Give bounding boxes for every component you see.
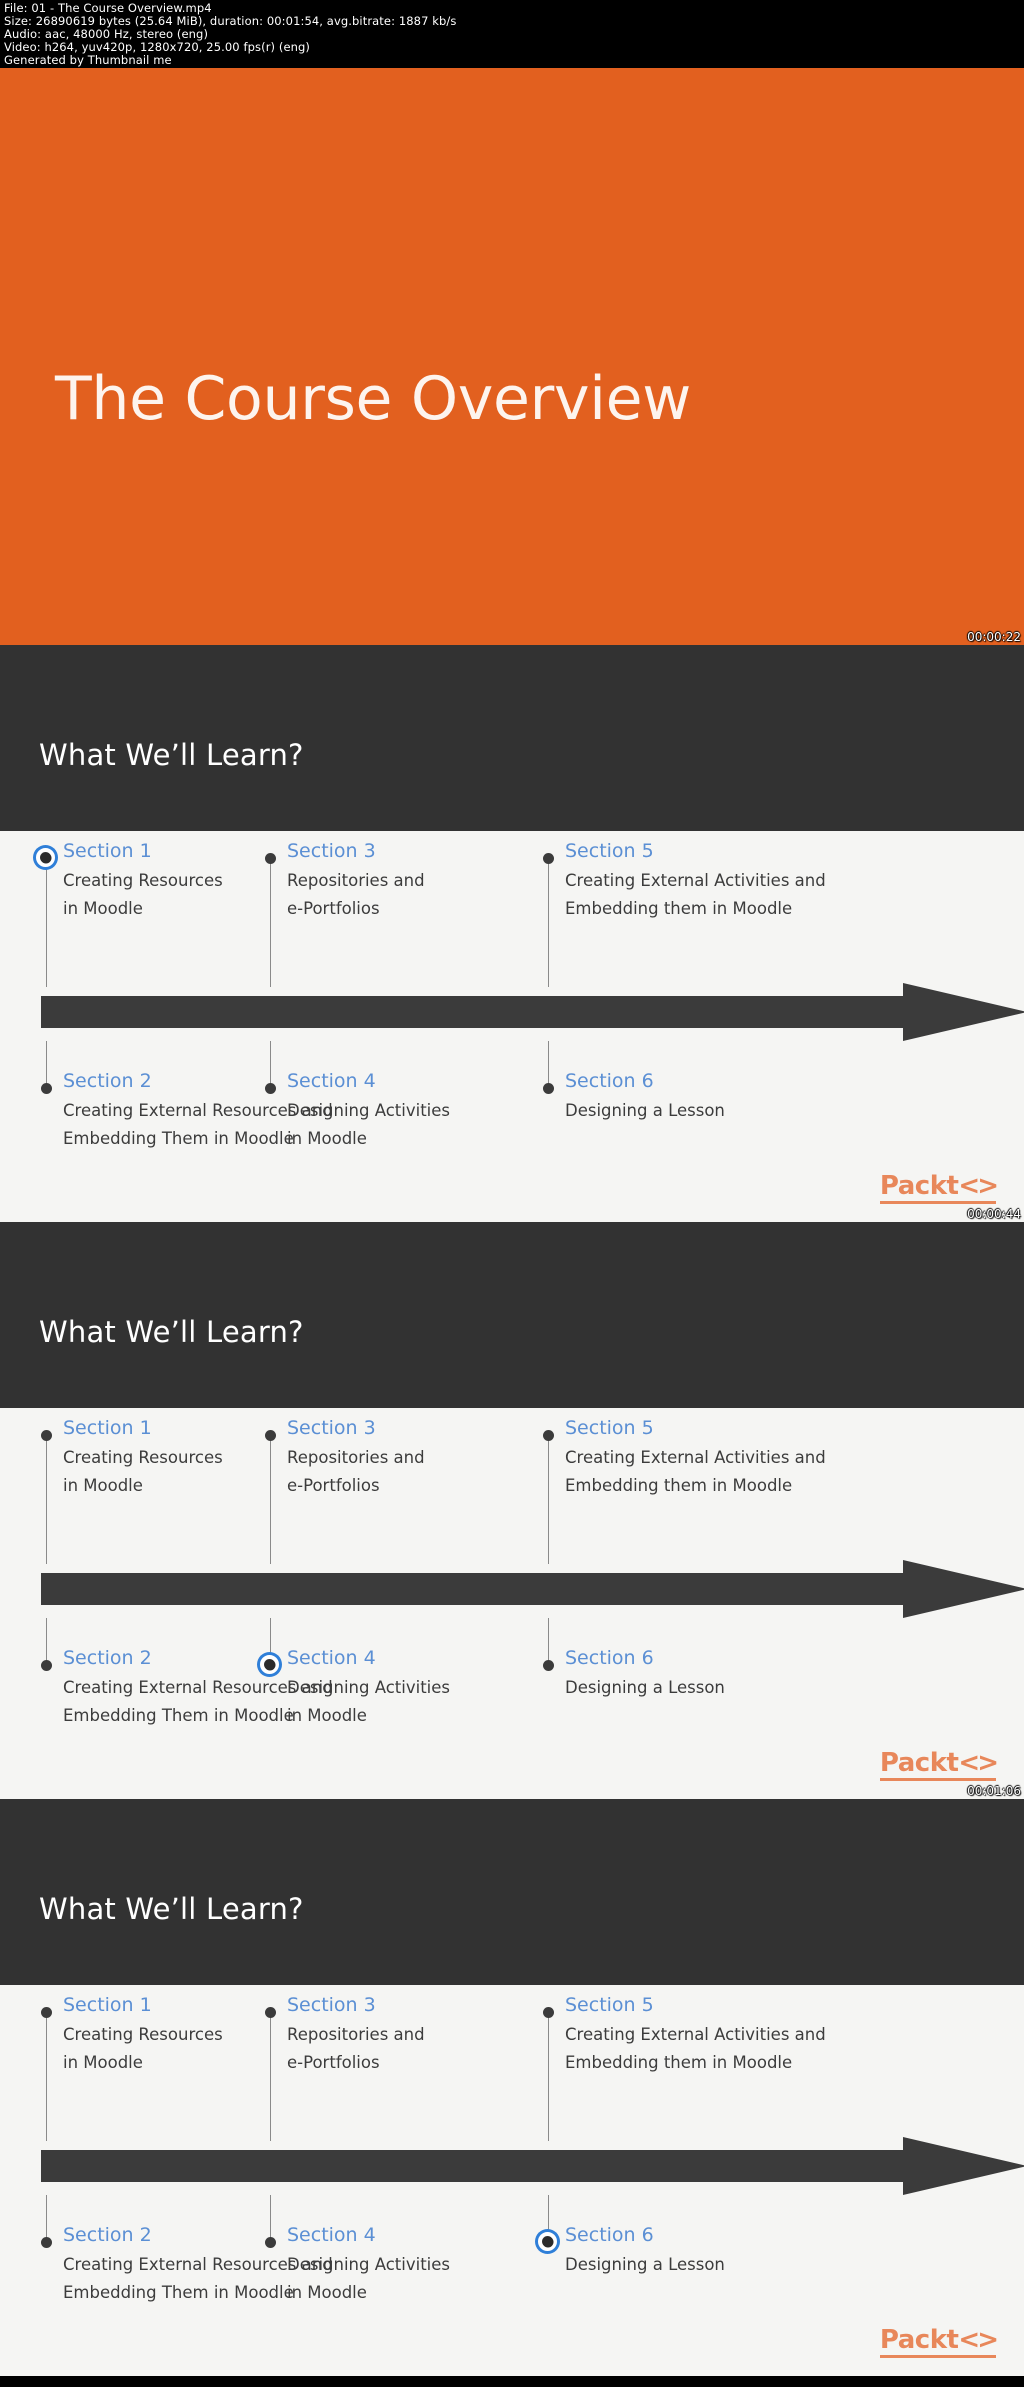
section-title-3: Section 3 [287, 840, 376, 862]
thumbnail-4[interactable]: What We’ll Learn? Section 1 Creating Resou… [0, 1799, 1024, 2376]
timestamp-overlay: 00:00:22 [967, 630, 1021, 644]
section-marker-5[interactable] [543, 2007, 554, 2018]
section-marker-6[interactable] [543, 1083, 554, 1094]
section-title-6: Section 6 [565, 2224, 654, 2246]
section-title-4: Section 4 [287, 1070, 376, 1092]
section-marker-5[interactable] [543, 1430, 554, 1441]
packt-logo: Packt<> [879, 1171, 999, 1204]
connector-line [46, 863, 47, 987]
connector-line [270, 2017, 271, 2141]
section-title-3: Section 3 [287, 1417, 376, 1439]
timestamp-overlay: 00:01:06 [967, 1784, 1021, 1798]
section-title-1: Section 1 [63, 1417, 152, 1439]
section-description-4: Designing Activities in Moodle [287, 1678, 451, 1725]
connector-line [548, 1041, 549, 1085]
section-title-3: Section 3 [287, 1994, 376, 2016]
connector-line [46, 2195, 47, 2239]
section-description-4: Designing Activities in Moodle [287, 2255, 451, 2302]
section-marker-2[interactable] [41, 2237, 52, 2248]
packt-logo: Packt<> [879, 1748, 999, 1781]
section-description-6: Designing a Lesson [565, 1678, 725, 1697]
connector-line [46, 2017, 47, 2141]
timeline-arrow-icon [41, 2137, 1024, 2195]
timeline-area: Section 1 Creating Resources in Moodle Sec… [0, 1985, 1024, 2376]
section-title-6: Section 6 [565, 1647, 654, 1669]
packt-logo: Packt<> [879, 2325, 999, 2358]
section-marker-3[interactable] [265, 2007, 276, 2018]
timeline-arrow-icon [41, 1560, 1024, 1618]
section-marker-1[interactable] [41, 1430, 52, 1441]
section-marker-1-active[interactable] [36, 848, 55, 867]
section-description-1: Creating Resources in Moodle [63, 871, 223, 918]
section-description-3: Repositories and e-Portfolios [287, 871, 425, 918]
section-title-4: Section 4 [287, 1647, 376, 1669]
thumbnail-1[interactable]: The Course Overview 00:00:22 [0, 68, 1024, 645]
section-marker-5[interactable] [543, 853, 554, 864]
section-description-6: Designing a Lesson [565, 2255, 725, 2274]
connector-line [46, 1440, 47, 1564]
section-marker-1[interactable] [41, 2007, 52, 2018]
section-title-1: Section 1 [63, 840, 152, 862]
section-title-5: Section 5 [565, 840, 654, 862]
connector-line [548, 1440, 549, 1564]
timeline-area: Section 1 Creating Resources in Moodle Sec… [0, 831, 1024, 1222]
meta-generator-line: Generated by Thumbnail me [4, 53, 172, 67]
section-title-2: Section 2 [63, 1070, 152, 1092]
section-title-2: Section 2 [63, 2224, 152, 2246]
section-description-3: Repositories and e-Portfolios [287, 1448, 425, 1495]
section-description-4: Designing Activities in Moodle [287, 1101, 451, 1148]
section-description-5: Creating External Activities and Embeddi… [565, 1448, 826, 1495]
connector-line [548, 1618, 549, 1662]
section-marker-2[interactable] [41, 1083, 52, 1094]
section-marker-4-active[interactable] [260, 1655, 279, 1674]
connector-line [270, 863, 271, 987]
section-description-5: Creating External Activities and Embeddi… [565, 871, 826, 918]
thumbnail-3[interactable]: What We’ll Learn? Section 1 Creating Resou… [0, 1222, 1024, 1799]
connector-line [548, 2017, 549, 2141]
connector-line [46, 1618, 47, 1662]
connector-line [46, 1041, 47, 1085]
connector-line [270, 1440, 271, 1564]
section-marker-6-active[interactable] [538, 2232, 557, 2251]
section-title-2: Section 2 [63, 1647, 152, 1669]
section-title-1: Section 1 [63, 1994, 152, 2016]
section-marker-4[interactable] [265, 1083, 276, 1094]
packt-chevron-icon: <> [958, 2325, 999, 2355]
packt-chevron-icon: <> [958, 1171, 999, 1201]
section-title-4: Section 4 [287, 2224, 376, 2246]
section-description-1: Creating Resources in Moodle [63, 1448, 223, 1495]
slide-title: The Course Overview [55, 364, 691, 434]
connector-line [270, 2195, 271, 2239]
thumbnail-grid: The Course Overview 00:00:22 What We’ll Le… [0, 68, 1024, 2376]
thumbnail-2[interactable]: What We’ll Learn? Section 1 Creating Resou… [0, 645, 1024, 1222]
packt-chevron-icon: <> [958, 1748, 999, 1778]
section-marker-3[interactable] [265, 853, 276, 864]
section-marker-3[interactable] [265, 1430, 276, 1441]
section-description-3: Repositories and e-Portfolios [287, 2025, 425, 2072]
timestamp-overlay: 00:00:44 [967, 1207, 1021, 1221]
section-title-5: Section 5 [565, 1994, 654, 2016]
timeline-area: Section 1 Creating Resources in Moodle Sec… [0, 1408, 1024, 1799]
section-description-6: Designing a Lesson [565, 1101, 725, 1120]
section-title-6: Section 6 [565, 1070, 654, 1092]
timeline-arrow-icon [41, 983, 1024, 1041]
section-description-5: Creating External Activities and Embeddi… [565, 2025, 826, 2072]
connector-line [548, 863, 549, 987]
video-metadata-header: File: 01 - The Course Overview.mp4 Size:… [0, 0, 1024, 68]
section-title-5: Section 5 [565, 1417, 654, 1439]
slide-header-band: What We’ll Learn? [0, 645, 1024, 831]
slide-heading: What We’ll Learn? [39, 1315, 304, 1349]
packt-logo-text: Packt [879, 1748, 959, 1778]
packt-logo-text: Packt [879, 2325, 959, 2355]
slide-header-band: What We’ll Learn? [0, 1799, 1024, 1985]
section-description-1: Creating Resources in Moodle [63, 2025, 223, 2072]
slide-header-band: What We’ll Learn? [0, 1222, 1024, 1408]
section-marker-6[interactable] [543, 1660, 554, 1671]
slide-heading: What We’ll Learn? [39, 738, 304, 772]
connector-line [270, 1041, 271, 1085]
packt-logo-text: Packt [879, 1171, 959, 1201]
section-marker-4[interactable] [265, 2237, 276, 2248]
slide-heading: What We’ll Learn? [39, 1892, 304, 1926]
section-marker-2[interactable] [41, 1660, 52, 1671]
